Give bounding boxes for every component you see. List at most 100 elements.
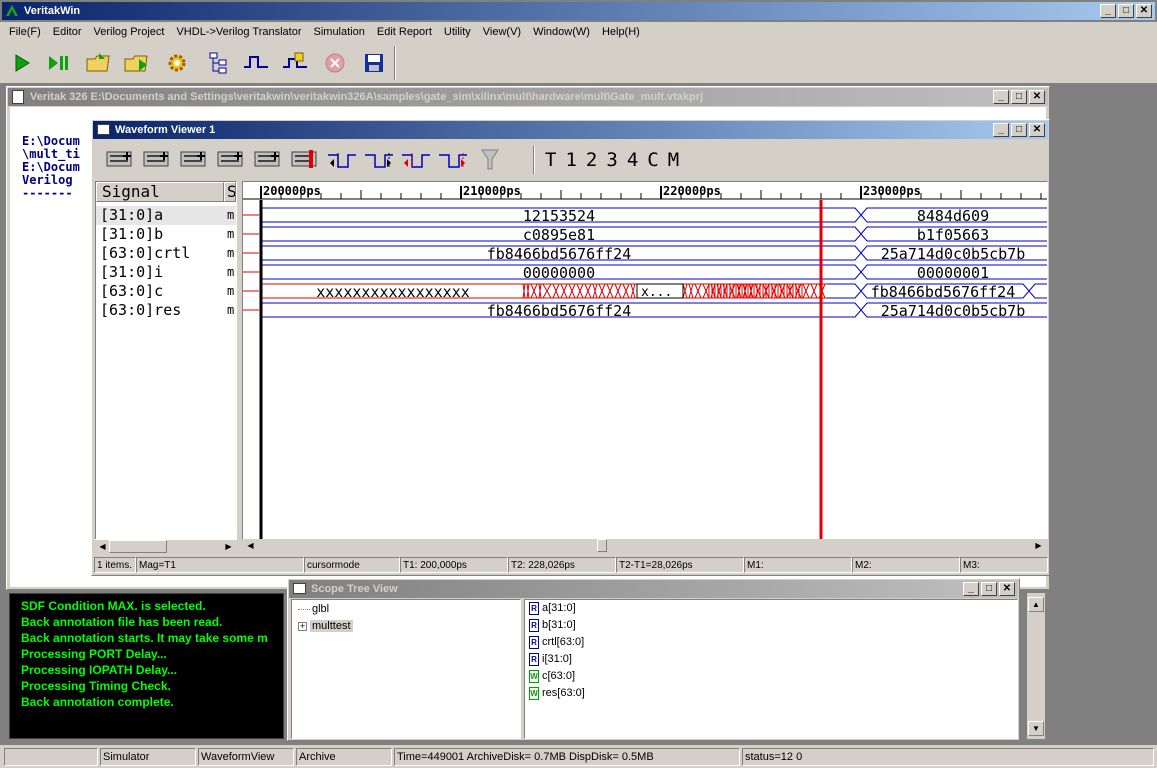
open-project-icon[interactable] — [84, 50, 112, 76]
menu-item-8[interactable]: Window(W) — [527, 22, 596, 42]
signal-row[interactable]: [63:0]crtl m — [96, 244, 236, 263]
wave-value-label: fb8466bd5676ff24 — [487, 245, 632, 263]
signal-name: [63:0]res — [100, 301, 182, 319]
stop-icon[interactable] — [321, 50, 349, 76]
reg-icon: R — [529, 618, 539, 632]
scope-tree-pane[interactable]: glbl + multtest — [291, 599, 521, 739]
menu-item-5[interactable]: Edit Report — [371, 22, 438, 42]
add-signal-icon[interactable] — [289, 147, 321, 173]
add-module-icon[interactable] — [281, 50, 309, 76]
zoom-area-icon[interactable] — [215, 147, 247, 173]
project-maximize-button[interactable]: □ — [1011, 90, 1027, 104]
waveform-title-bar: Waveform Viewer 1 _ □ ✕ — [93, 121, 1048, 139]
maximize-button[interactable]: □ — [1118, 4, 1134, 18]
signal-list-hscroll[interactable]: ◀ ▶ — [95, 539, 237, 553]
tool-letter-M[interactable]: M — [668, 148, 679, 172]
filter-icon[interactable] — [474, 147, 506, 173]
zoom-fit-icon[interactable] — [178, 147, 210, 173]
minimize-button[interactable]: _ — [1100, 4, 1116, 18]
scroll-down-arrow[interactable]: ▼ — [1028, 721, 1044, 736]
scope-signal-item[interactable]: Rb[31:0] — [529, 617, 1017, 634]
scope-signal-item[interactable]: Ri[31:0] — [529, 651, 1017, 668]
wave-scroll-right-arrow[interactable]: ▶ — [1032, 539, 1045, 552]
menu-item-7[interactable]: View(V) — [477, 22, 527, 42]
hierarchy-icon[interactable] — [205, 50, 233, 76]
waveform-minimize-button[interactable]: _ — [993, 123, 1009, 137]
compile-gear-icon[interactable] — [163, 50, 191, 76]
scope-signal-pane[interactable]: Ra[31:0] Rb[31:0] Rcrtl[63:0] Ri[31:0] Wc[63… — [524, 599, 1018, 739]
wave-scroll-left-arrow[interactable]: ◀ — [244, 539, 257, 552]
zoom-prev-icon[interactable] — [252, 147, 284, 173]
close-button[interactable]: ✕ — [1136, 4, 1152, 18]
scope-window-icon — [293, 583, 306, 594]
open-folder-icon[interactable] — [122, 50, 150, 76]
console-panel[interactable]: SDF Condition MAX. is selected. Back anno… — [9, 593, 284, 739]
signal-row[interactable]: [63:0]res m — [96, 301, 236, 320]
waveform-trace[interactable]: c0895e81 b1f05663 — [243, 226, 1047, 244]
time-tick-label: 200000ps — [263, 184, 321, 198]
time-tick-label: 210000ps — [463, 184, 521, 198]
s-column-header[interactable]: S — [224, 182, 236, 202]
menu-item-6[interactable]: Utility — [438, 22, 477, 42]
signal-row[interactable]: [63:0]c m — [96, 282, 236, 301]
menu-item-2[interactable]: Verilog Project — [88, 22, 171, 42]
scope-signal-item[interactable]: Rcrtl[63:0] — [529, 634, 1017, 651]
tool-letter-C[interactable]: C — [647, 148, 658, 172]
menu-item-9[interactable]: Help(H) — [596, 22, 646, 42]
prev-cursor-icon[interactable] — [400, 147, 432, 173]
scope-signal-label: crtl[63:0] — [542, 636, 585, 648]
tree-node-multtest[interactable]: + multtest — [298, 618, 520, 635]
scope-signal-item[interactable]: Wc[63:0] — [529, 668, 1017, 685]
wave-hscroll[interactable]: ◀ ▶ — [242, 539, 1048, 553]
tool-letter-T[interactable]: T — [545, 148, 556, 172]
save-icon[interactable] — [360, 50, 388, 76]
tool-letter-4[interactable]: 4 — [627, 148, 638, 172]
signal-row[interactable]: [31:0]i m — [96, 263, 236, 282]
scroll-up-arrow[interactable]: ▲ — [1028, 597, 1044, 612]
menu-item-3[interactable]: VHDL->Verilog Translator — [170, 22, 307, 42]
tool-letter-3[interactable]: 3 — [606, 148, 617, 172]
scope-title: Scope Tree View — [311, 583, 398, 595]
waveform-close-button[interactable]: ✕ — [1029, 123, 1045, 137]
prev-edge-icon[interactable] — [326, 147, 358, 173]
waveform-maximize-button[interactable]: □ — [1011, 123, 1027, 137]
reg-icon: R — [529, 652, 539, 666]
scroll-left-arrow[interactable]: ◀ — [96, 540, 109, 553]
scope-signal-item[interactable]: Ra[31:0] — [529, 600, 1017, 617]
wave-scroll-thumb[interactable] — [597, 539, 607, 552]
next-edge-icon[interactable] — [363, 147, 395, 173]
waveform-trace[interactable]: 00000000 00000001 — [243, 264, 1047, 282]
signal-row[interactable]: [31:0]b m — [96, 225, 236, 244]
signal-row[interactable]: [31:0]a m — [96, 206, 236, 225]
menu-item-0[interactable]: File(F) — [3, 22, 47, 42]
wave-display-panel[interactable]: 200000ps 210000ps 220000ps 230000ps 12153524… — [242, 181, 1048, 541]
console-vscroll[interactable]: ▲ ▼ — [1027, 593, 1045, 739]
signal-column-header[interactable]: Signal — [96, 182, 224, 202]
waveform-trace[interactable]: fb8466bd5676ff24 25a714d0c0b5cb7b — [243, 245, 1047, 263]
menu-item-4[interactable]: Simulation — [308, 22, 371, 42]
tool-letter-2[interactable]: 2 — [586, 148, 597, 172]
waveform-trace[interactable]: 12153524 8484d609 — [243, 207, 1047, 225]
run-step-icon[interactable] — [46, 50, 74, 76]
zoom-out-icon[interactable] — [104, 147, 136, 173]
scroll-right-arrow[interactable]: ▶ — [222, 540, 235, 553]
wave-status-cell: 1 items. — [94, 557, 136, 573]
project-close-button[interactable]: ✕ — [1029, 90, 1045, 104]
project-minimize-button[interactable]: _ — [993, 90, 1009, 104]
waveform-icon[interactable] — [242, 50, 270, 76]
waveform-trace[interactable]: fb8466bd5676ff24 25a714d0c0b5cb7b — [243, 302, 1047, 320]
zoom-in-icon[interactable] — [141, 147, 173, 173]
wave-value-label: 00000000 — [523, 264, 595, 282]
scope-close-button[interactable]: ✕ — [999, 582, 1015, 596]
tree-expand-icon[interactable]: + — [298, 621, 307, 631]
scope-signal-item[interactable]: Wres[63:0] — [529, 685, 1017, 702]
waveform-trace[interactable]: x... xxxxxxxxxxxxxxxxx fb8466bd5676ff24 — [243, 283, 1047, 301]
scope-maximize-button[interactable]: □ — [981, 582, 997, 596]
tool-letter-1[interactable]: 1 — [565, 148, 576, 172]
tree-node-glbl[interactable]: glbl — [298, 601, 520, 618]
next-cursor-icon[interactable] — [437, 147, 469, 173]
scroll-thumb[interactable] — [109, 540, 167, 553]
menu-item-1[interactable]: Editor — [47, 22, 88, 42]
run-icon[interactable] — [8, 50, 36, 76]
scope-minimize-button[interactable]: _ — [963, 582, 979, 596]
